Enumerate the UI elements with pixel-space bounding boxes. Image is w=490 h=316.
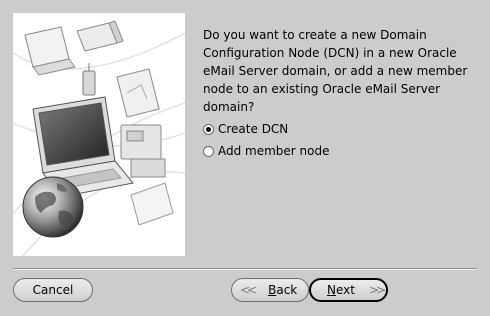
question-text: Do you want to create a new Domain Confi… <box>203 28 468 114</box>
radio-create-dcn[interactable]: Create DCN <box>203 121 288 137</box>
next-button[interactable]: Next >> <box>309 278 388 302</box>
back-button-label: Back <box>268 283 298 297</box>
wizard-illustration <box>13 13 185 256</box>
radio-add-member-node[interactable]: Add member node <box>203 143 330 159</box>
next-button-label: Next <box>327 283 355 297</box>
cancel-button-label: Cancel <box>32 283 74 297</box>
chevron-left-icon: << <box>240 283 257 297</box>
chevron-right-icon: >> <box>368 283 386 297</box>
footer-separator <box>13 268 477 270</box>
cancel-button[interactable]: Cancel <box>13 278 93 302</box>
radio-unselected-icon[interactable] <box>203 145 214 157</box>
radio-add-member-node-label[interactable]: Add member node <box>218 144 330 158</box>
radio-selected-icon[interactable] <box>203 123 214 135</box>
radio-create-dcn-label[interactable]: Create DCN <box>218 122 288 136</box>
back-button[interactable]: << Back <box>231 278 309 302</box>
